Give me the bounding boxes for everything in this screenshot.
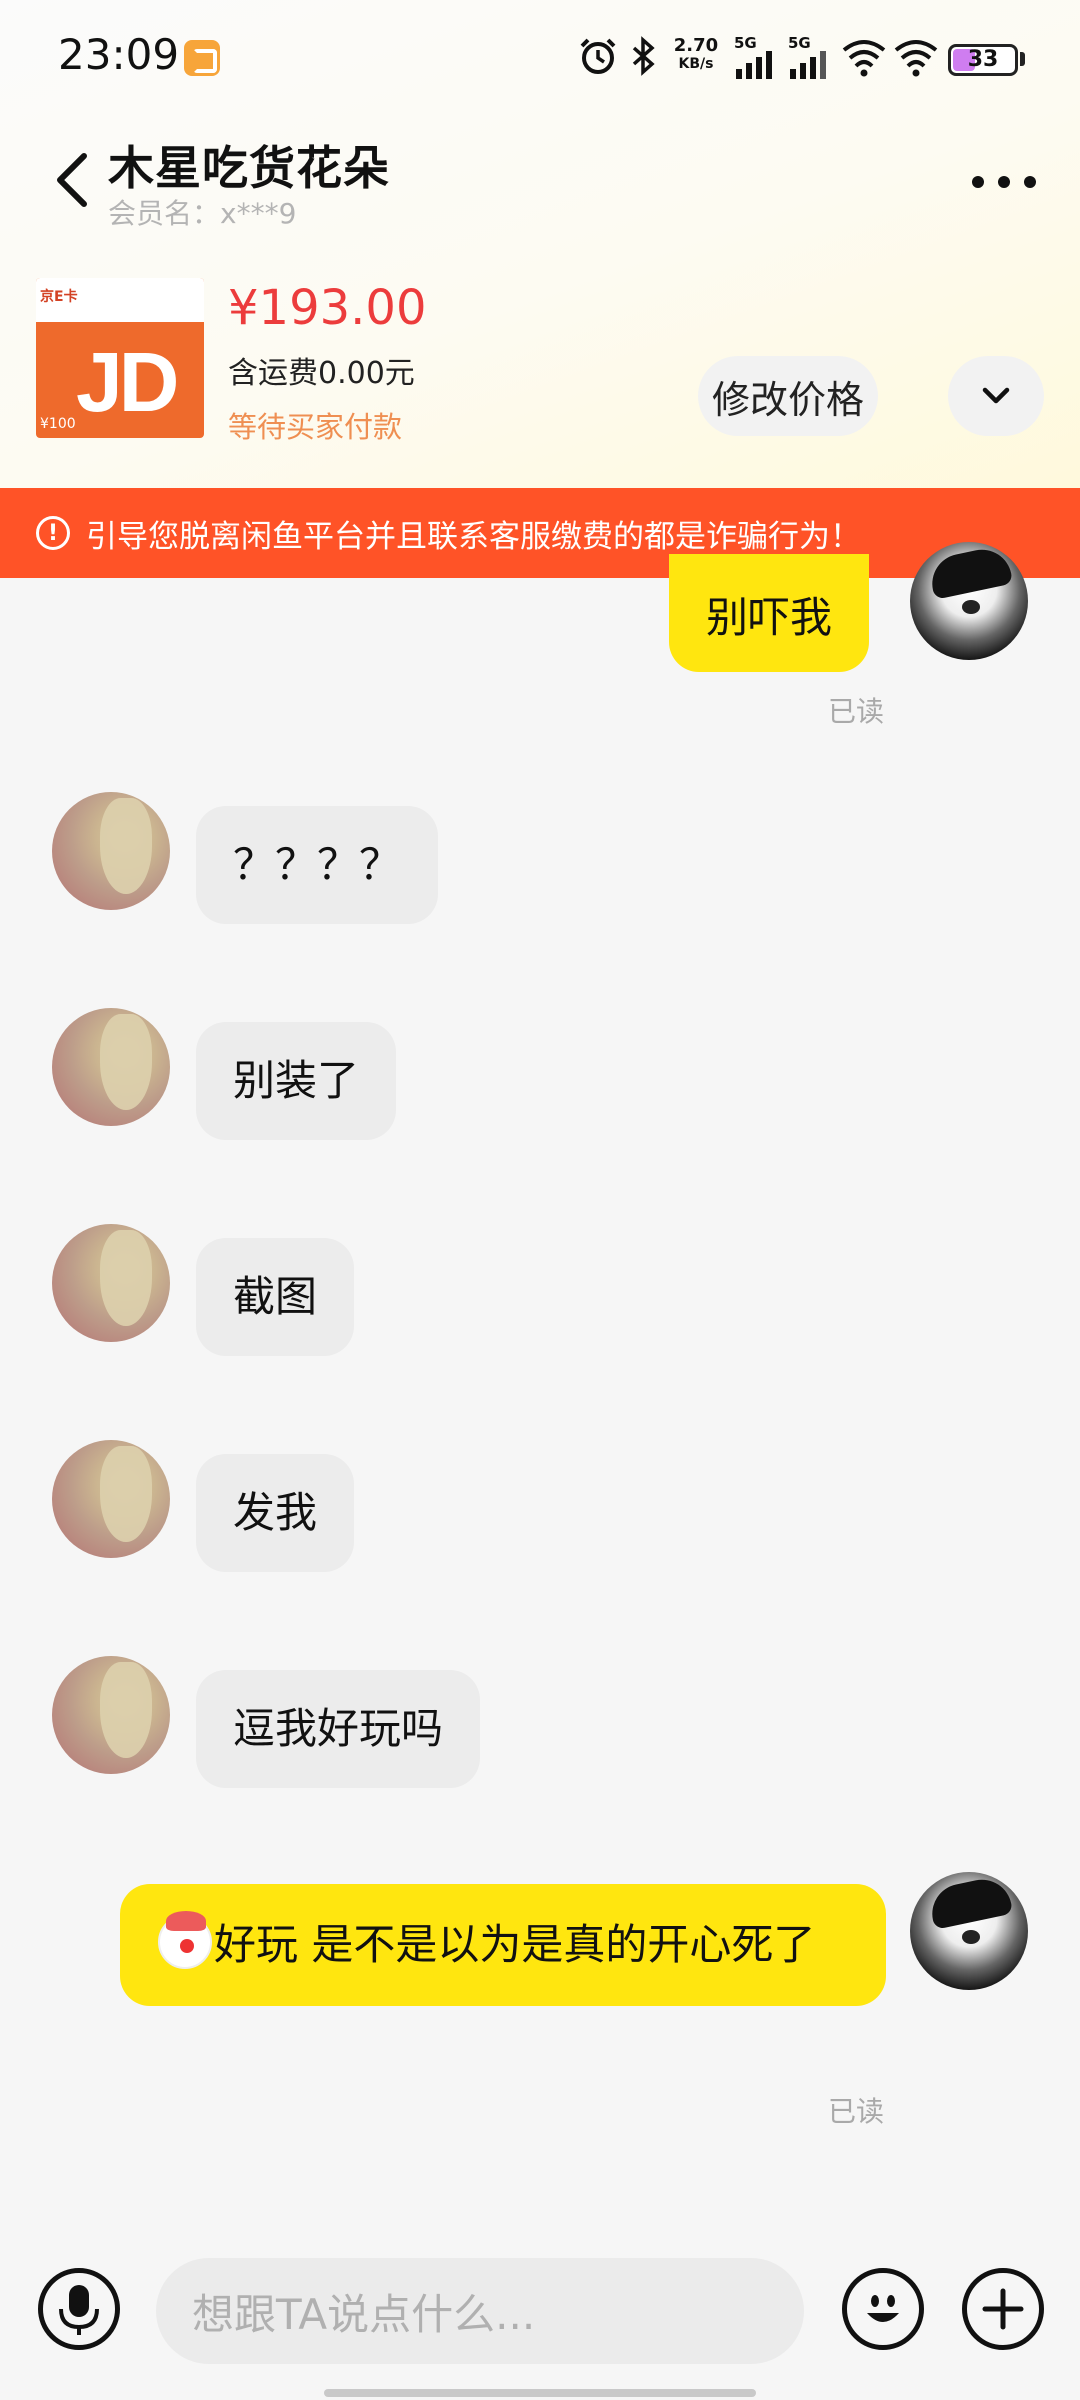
product-image-logo: JD: [76, 335, 179, 429]
plus-icon: [982, 2288, 1024, 2330]
status-bar: 23:09 2.70 KB/s 5G 5G 33: [0, 0, 1080, 115]
expand-button[interactable]: [948, 356, 1044, 436]
contact-avatar[interactable]: [52, 1656, 170, 1774]
signal-icon-sim1: 5G: [734, 36, 780, 80]
back-arrow-icon[interactable]: [52, 152, 92, 208]
home-indicator[interactable]: [324, 2389, 756, 2397]
member-name: 会员名：x***9: [108, 197, 297, 230]
my-avatar[interactable]: [910, 542, 1028, 660]
message-bubble-other[interactable]: ？？？？: [196, 806, 439, 924]
plus-button[interactable]: [962, 2268, 1044, 2350]
more-icon[interactable]: [972, 176, 1036, 190]
sim1-label: 5G: [734, 34, 757, 52]
wifi-icon-2: [894, 40, 938, 77]
signal-icon-sim2: 5G: [788, 36, 834, 80]
contact-avatar[interactable]: [52, 1440, 170, 1558]
message-text: 好玩 是不是以为是真的开心死了: [214, 1920, 816, 1969]
my-avatar[interactable]: [910, 1872, 1028, 1990]
alarm-icon: [580, 38, 616, 74]
clown-face-icon: [158, 1911, 212, 1969]
read-receipt: 已读: [828, 695, 885, 728]
message-bubble-other[interactable]: 截图: [196, 1238, 355, 1356]
warning-icon: !: [36, 516, 70, 550]
network-speed: 2.70 KB/s: [668, 36, 724, 74]
warning-text: 引导您脱离闲鱼平台并且联系客服缴费的都是诈骗行为！: [86, 518, 861, 555]
app-notification-icon: [184, 40, 220, 76]
shipping-fee: 含运费0.00元: [228, 356, 415, 391]
modify-price-button[interactable]: 修改价格: [698, 356, 878, 436]
emoji-button[interactable]: [842, 2268, 924, 2350]
contact-avatar[interactable]: [52, 792, 170, 910]
product-image[interactable]: 京E卡 JD ¥100: [36, 278, 204, 438]
fraud-warning-banner: ! 引导您脱离闲鱼平台并且联系客服缴费的都是诈骗行为！: [0, 488, 1080, 578]
microphone-icon: [59, 2285, 99, 2335]
microphone-button[interactable]: [38, 2268, 120, 2350]
message-bubble-other[interactable]: 发我: [196, 1454, 355, 1572]
message-bubble-me[interactable]: 别吓我: [669, 554, 870, 672]
contact-avatar[interactable]: [52, 1008, 170, 1126]
message-bubble-other[interactable]: 别装了: [196, 1022, 397, 1140]
message-input[interactable]: 想跟TA说点什么...: [156, 2258, 804, 2364]
product-price: ¥193.00: [228, 280, 427, 336]
battery-tip: [1020, 52, 1025, 66]
product-image-value: ¥100: [40, 416, 76, 432]
contact-avatar[interactable]: [52, 1224, 170, 1342]
status-time: 23:09: [58, 30, 180, 79]
sim2-label: 5G: [788, 34, 811, 52]
emoji-icon: [867, 2295, 899, 2322]
order-status: 等待买家付款: [228, 410, 403, 444]
battery-percent: 33: [967, 47, 999, 72]
message-bubble-me[interactable]: 好玩 是不是以为是真的开心死了: [120, 1884, 886, 2006]
bluetooth-icon: [632, 36, 655, 76]
chat-title: 木星吃货花朵: [108, 141, 390, 195]
network-speed-unit: KB/s: [678, 56, 714, 72]
chevron-down-icon: [982, 387, 1010, 404]
wifi-icon: [842, 40, 886, 77]
message-bubble-other[interactable]: 逗我好玩吗: [196, 1670, 481, 1788]
battery-icon: 33: [948, 44, 1018, 76]
product-image-brand: 京E卡: [40, 289, 78, 305]
read-receipt: 已读: [828, 2095, 885, 2128]
network-speed-value: 2.70: [673, 35, 719, 56]
